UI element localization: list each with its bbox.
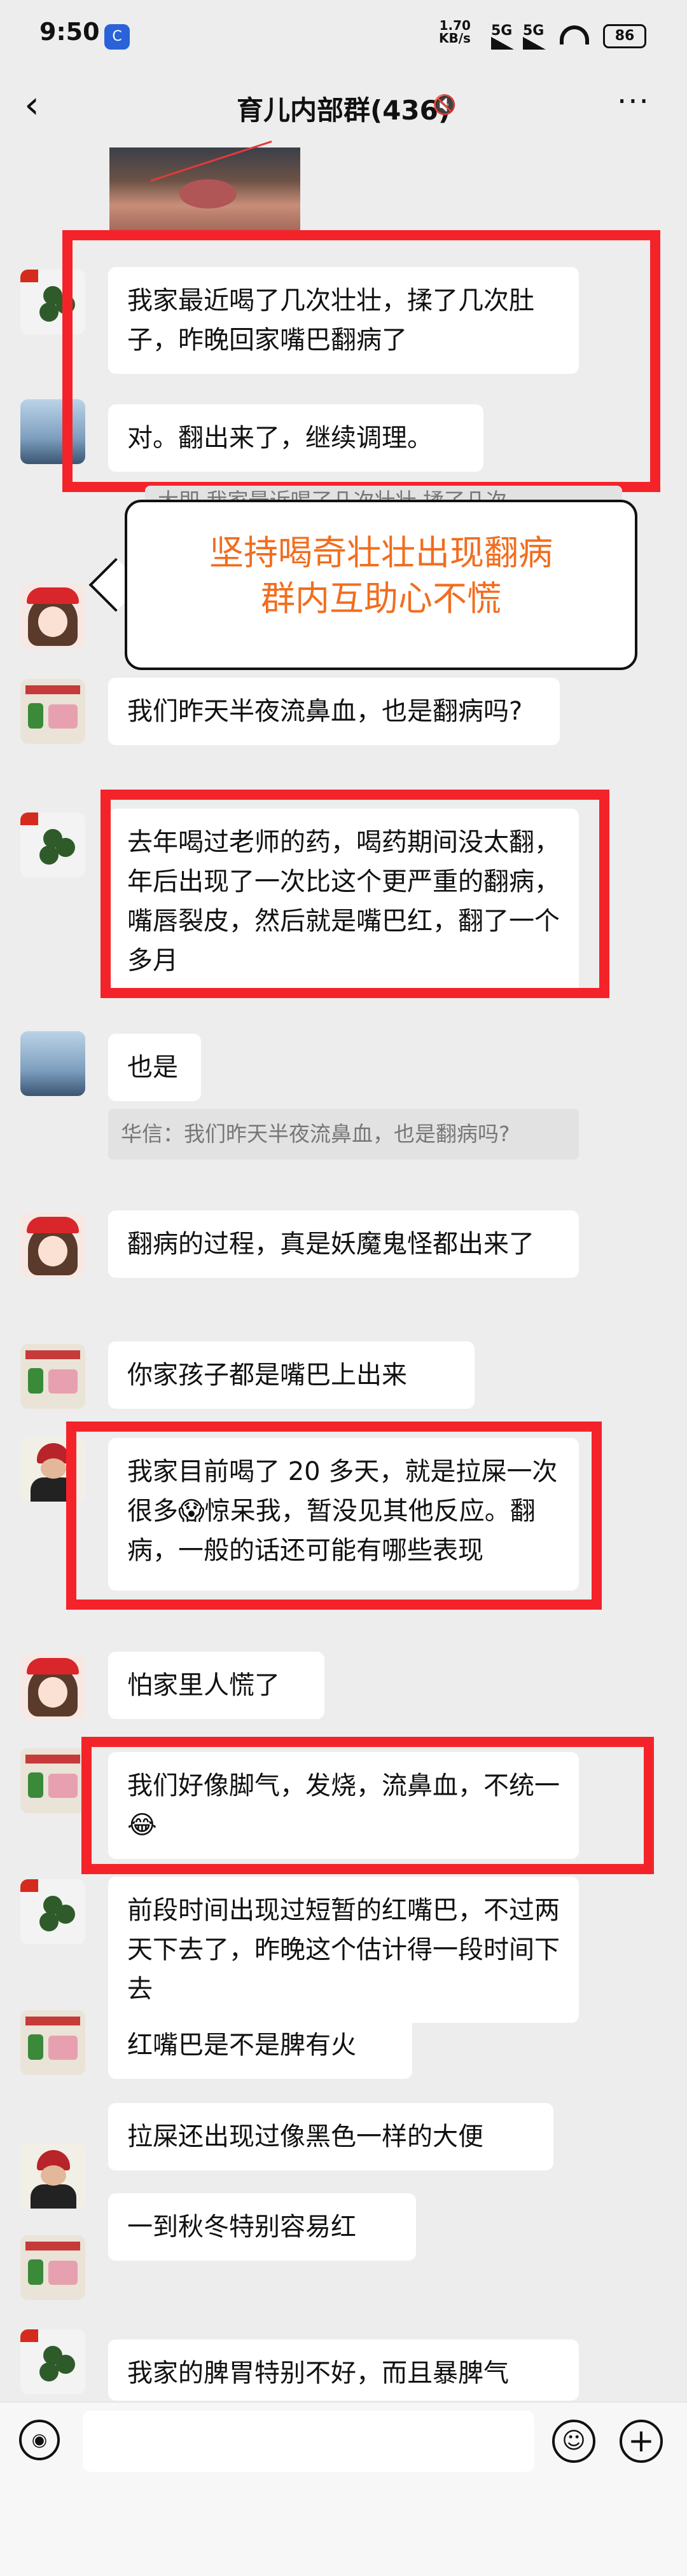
shared-photo[interactable] [109,140,300,230]
more-attachments-button[interactable]: + [620,2420,663,2463]
avatar[interactable] [20,1879,85,1944]
avatar[interactable] [20,812,85,877]
avatar[interactable] [20,2235,85,2300]
message-bubble[interactable]: 你家孩子都是嘴巴上出来 [108,1341,475,1409]
signal-bars-1-icon [491,37,514,50]
avatar[interactable] [20,1748,85,1813]
highlight-box [81,1737,654,1874]
callout-line-1: 坚持喝奇壮壮出现翻病 [209,533,553,573]
message-bubble[interactable]: 翻病的过程，真是妖魔鬼怪都出来了 [108,1210,579,1278]
highlight-box [66,1422,602,1610]
message-bubble[interactable]: 也是 [108,1034,201,1101]
message-input[interactable] [83,2411,534,2472]
battery-indicator: 86 [603,24,646,48]
avatar[interactable] [20,1654,85,1719]
highlight-box [101,790,609,998]
voice-input-button[interactable]: ◉ [19,2420,60,2460]
avatar[interactable] [20,584,85,648]
callout-line-2: 群内互助心不慌 [261,579,501,619]
app-notification-icon: C [104,24,130,50]
message-bubble[interactable]: 前段时间出现过短暂的红嘴巴，不过两天下去了，昨晚这个估计得一段时间下去 [108,1877,579,2023]
highlight-box [62,230,660,492]
message-bubble[interactable]: 一到秋冬特别容易红 [108,2193,416,2261]
emoji-button[interactable]: ☺ [552,2420,595,2463]
chat-title: 育儿内部群(436) [236,95,451,126]
message-bubble[interactable]: 拉屎还出现过像黑色一样的大便 [108,2103,553,2170]
avatar[interactable] [20,2010,85,2075]
message-bubble[interactable]: 红嘴巴是不是脾有火 [108,2011,412,2079]
avatar[interactable] [20,1344,85,1409]
quoted-message[interactable]: 华信：我们昨天半夜流鼻血，也是翻病吗? [108,1109,579,1160]
avatar[interactable] [20,1213,85,1278]
promo-callout: 坚持喝奇壮壮出现翻病 群内互助心不慌 [125,500,637,670]
message-bubble[interactable]: 我家的脾胃特别不好，而且暴脾气 [108,2340,579,2401]
mute-icon: 🔇 [433,94,457,116]
avatar[interactable] [20,2144,85,2209]
message-bubble[interactable]: 怕家里人慌了 [108,1652,324,1719]
message-bubble[interactable]: 我们昨天半夜流鼻血，也是翻病吗? [108,678,560,745]
avatar[interactable] [20,2329,85,2394]
network-speed: 1.70 KB/s [439,18,471,46]
signal-bars-2-icon [523,37,546,50]
avatar[interactable] [20,1031,85,1096]
avatar[interactable] [20,679,85,744]
status-time: 9:50 [39,18,100,46]
more-options-button[interactable]: ··· [617,84,650,120]
